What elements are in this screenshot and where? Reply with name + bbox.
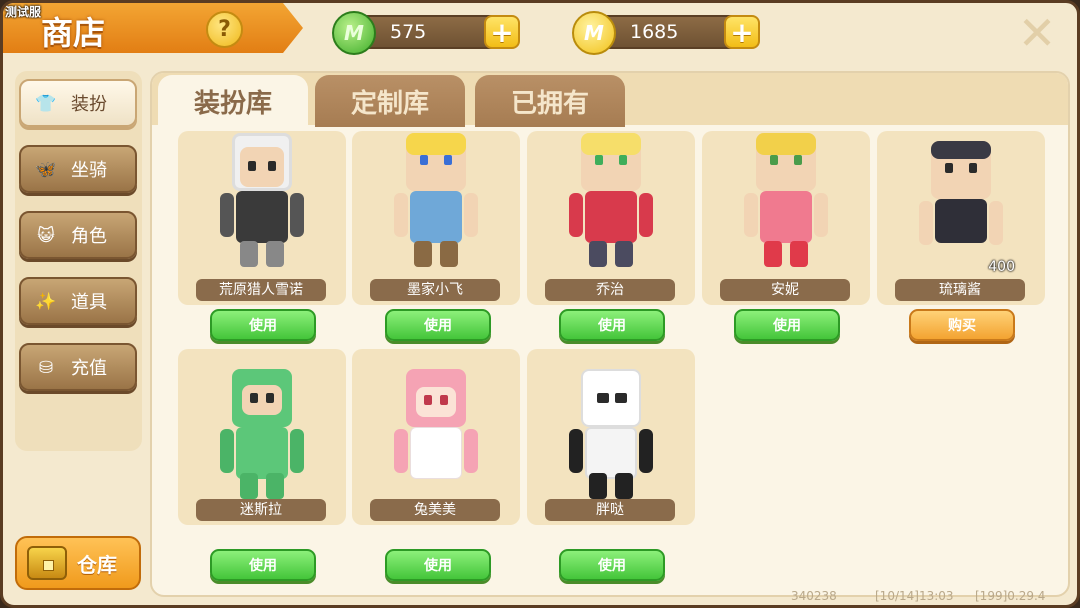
character-preview <box>208 131 316 277</box>
item-card[interactable]: 荒原猎人雪诺 <box>178 131 346 305</box>
sidebar-item-props[interactable]: ✨ 道具 <box>19 277 137 325</box>
item-name: 乔治 <box>545 279 675 301</box>
category-sidebar: 👕 装扮 🦋 坐骑 😺 角色 ✨ 道具 ⛁ 充值 <box>15 71 142 451</box>
item-card[interactable]: 胖哒 <box>527 349 695 525</box>
gold-currency-amount: 1685 <box>630 21 679 43</box>
item-card[interactable]: 安妮 <box>702 131 870 305</box>
cat-face-icon: 😺 <box>37 226 55 246</box>
use-button[interactable]: 使用 <box>210 549 316 581</box>
bow-icon: 🦋 <box>35 160 57 180</box>
item-card[interactable]: 墨家小飞 <box>352 131 520 305</box>
character-preview <box>208 363 316 513</box>
add-green-currency-button[interactable]: + <box>484 15 520 49</box>
character-preview <box>382 363 490 513</box>
footer-id: 340238 <box>791 589 837 603</box>
gold-currency-display: M 1685 + <box>572 11 760 55</box>
green-currency-amount: 575 <box>390 21 427 43</box>
close-icon[interactable]: ✕ <box>1015 10 1059 56</box>
tab-outfit-library[interactable]: 装扮库 <box>158 75 308 127</box>
item-card[interactable]: 乔治 <box>527 131 695 305</box>
sidebar-item-label: 道具 <box>71 292 107 313</box>
use-button[interactable]: 使用 <box>734 309 840 341</box>
item-card[interactable]: 400 琉璃酱 <box>877 131 1045 305</box>
character-preview <box>557 363 665 513</box>
buy-button[interactable]: 购买 <box>909 309 1015 341</box>
footer-date: [10/14]13:03 <box>875 589 954 603</box>
item-name: 荒原猎人雪诺 <box>196 279 326 301</box>
sidebar-item-label: 坐骑 <box>71 160 107 181</box>
build-tag: 测试服 <box>5 5 42 19</box>
warehouse-button[interactable]: 仓库 <box>15 536 141 590</box>
sparkle-icon: ✨ <box>35 292 57 312</box>
page-title: 商店 <box>41 14 106 52</box>
main-panel: 装扮库 定制库 已拥有 荒原猎人雪诺 墨家小飞 乔治 安妮 400 琉璃酱 使用… <box>150 71 1070 597</box>
treasure-chest-icon <box>27 546 67 580</box>
sidebar-item-label: 充值 <box>71 358 107 379</box>
green-currency-display: M 575 + <box>332 11 520 55</box>
item-name: 墨家小飞 <box>370 279 500 301</box>
sidebar-item-label: 角色 <box>71 226 107 247</box>
item-name: 迷斯拉 <box>196 499 326 521</box>
character-preview <box>732 131 840 277</box>
sidebar-item-mount[interactable]: 🦋 坐骑 <box>19 145 137 193</box>
item-name: 兔美美 <box>370 499 500 521</box>
item-name: 安妮 <box>720 279 850 301</box>
add-gold-currency-button[interactable]: + <box>724 15 760 49</box>
green-gem-icon: M <box>332 11 376 55</box>
footer-version: [199]0.29.4 <box>975 589 1046 603</box>
character-preview <box>557 131 665 277</box>
sidebar-item-outfit[interactable]: 👕 装扮 <box>19 79 137 127</box>
use-button[interactable]: 使用 <box>385 309 491 341</box>
sidebar-item-label: 装扮 <box>71 94 107 115</box>
sidebar-item-recharge[interactable]: ⛁ 充值 <box>19 343 137 391</box>
item-name: 胖哒 <box>545 499 675 521</box>
tab-custom-library[interactable]: 定制库 <box>315 75 465 127</box>
item-name: 琉璃酱 <box>895 279 1025 301</box>
character-preview <box>382 131 490 277</box>
use-button[interactable]: 使用 <box>385 549 491 581</box>
shirt-icon: 👕 <box>35 94 57 114</box>
item-card[interactable]: 兔美美 <box>352 349 520 525</box>
warehouse-label: 仓库 <box>77 552 117 577</box>
item-price: 400 <box>988 259 1015 275</box>
use-button[interactable]: 使用 <box>210 309 316 341</box>
gold-coin-icon: M <box>572 11 616 55</box>
sidebar-item-character[interactable]: 😺 角色 <box>19 211 137 259</box>
shop-window: 测试服 商店 ? M 575 + M 1685 + ✕ 👕 装扮 🦋 坐骑 😺 … <box>0 0 1080 608</box>
coin-stack-icon: ⛁ <box>38 358 54 378</box>
use-button[interactable]: 使用 <box>559 549 665 581</box>
tab-owned[interactable]: 已拥有 <box>475 75 625 127</box>
use-button[interactable]: 使用 <box>559 309 665 341</box>
help-button[interactable]: ? <box>206 11 243 48</box>
item-card[interactable]: 迷斯拉 <box>178 349 346 525</box>
